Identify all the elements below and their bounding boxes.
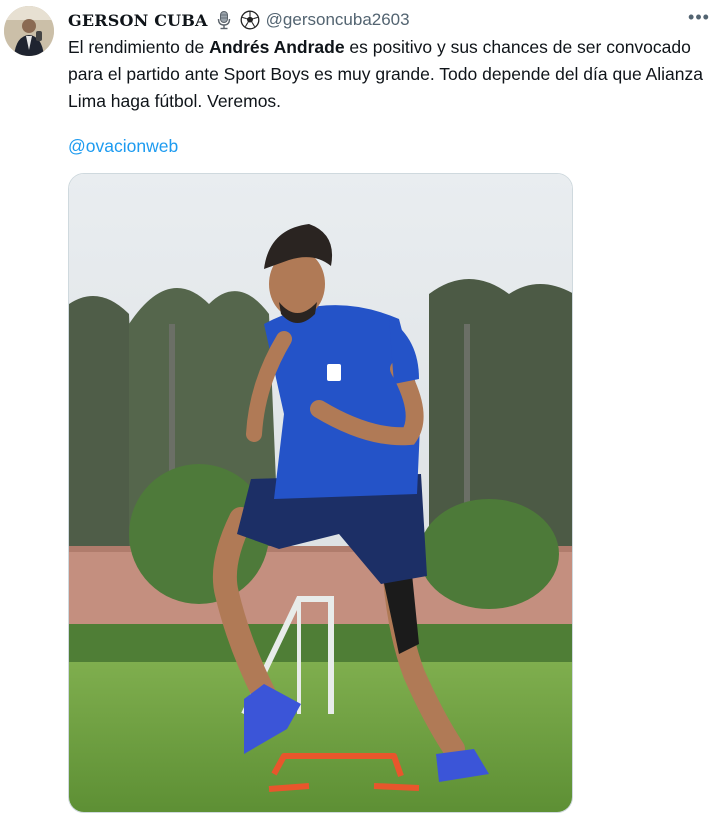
author-handle[interactable]: @gersoncuba2603 (266, 10, 410, 30)
tweet-header: GERSON CUBA @gersoncuba2603 (68, 7, 410, 33)
avatar-image (4, 6, 54, 56)
tweet-photo[interactable] (68, 173, 573, 813)
training-photo (69, 174, 572, 812)
soccer-ball-icon (240, 10, 260, 30)
author-avatar[interactable] (4, 6, 54, 56)
tweet-text: El rendimiento de Andrés Andrade es posi… (68, 34, 708, 115)
tweet-text-part: El rendimiento de (68, 37, 210, 57)
tweet-text-bold-name: Andrés Andrade (209, 37, 345, 57)
microphone-icon (214, 10, 234, 30)
author-name[interactable]: GERSON CUBA (68, 11, 208, 30)
mention-link[interactable]: @ovacionweb (68, 133, 178, 160)
more-options-button[interactable]: ••• (686, 6, 712, 28)
more-horizontal-icon: ••• (688, 6, 710, 27)
